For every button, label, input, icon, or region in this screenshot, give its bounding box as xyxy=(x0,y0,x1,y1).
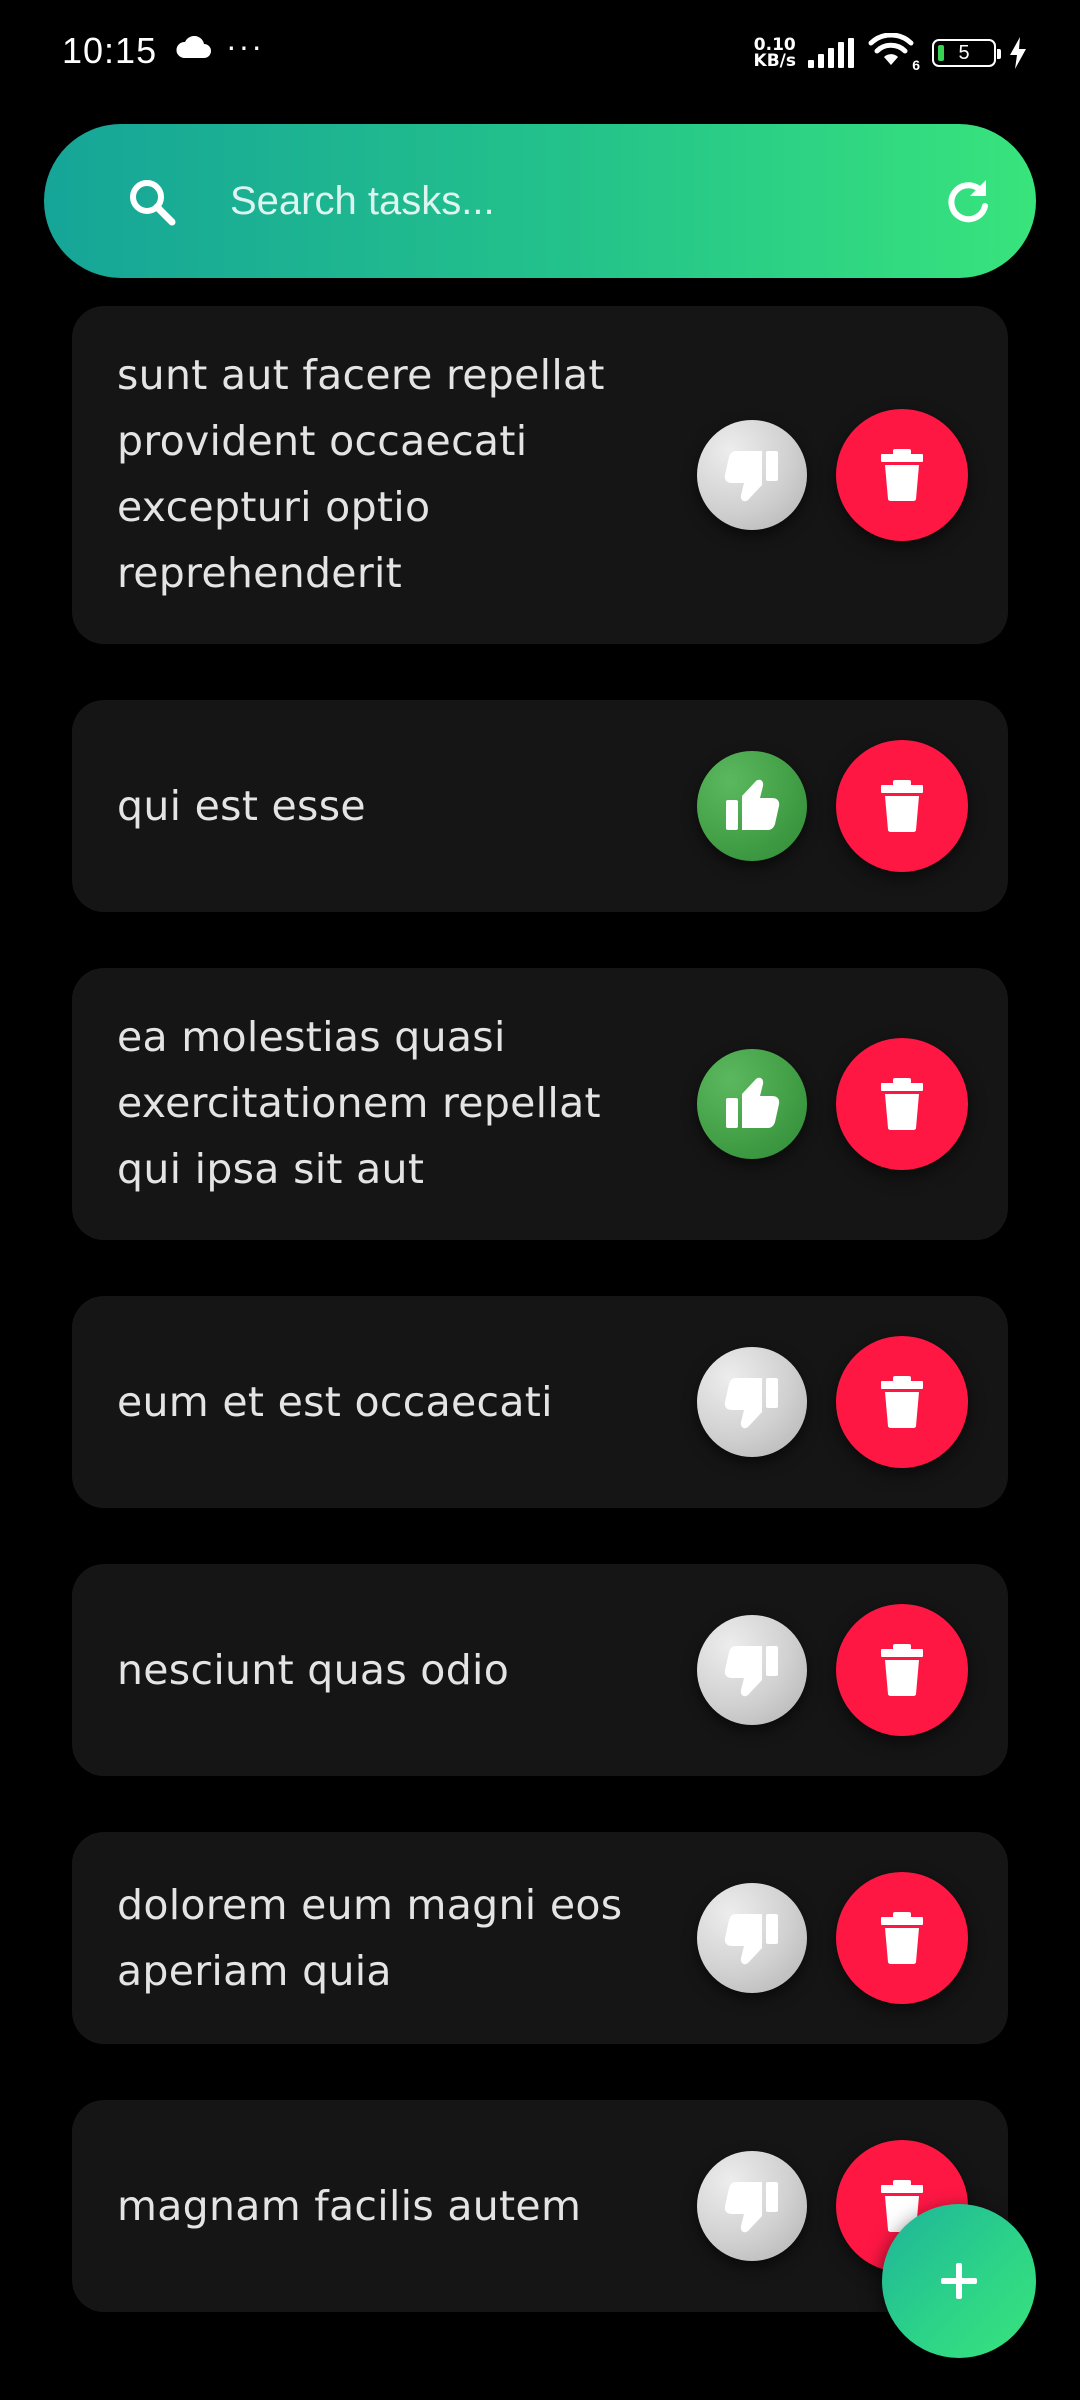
thumbs-up-icon xyxy=(726,1077,780,1128)
like-button[interactable] xyxy=(697,1049,807,1159)
dislike-button[interactable] xyxy=(697,1615,807,1725)
task-title: sunt aut facere repellat provident occae… xyxy=(117,351,605,597)
network-speed: 0.10 KB/s xyxy=(753,37,796,71)
task-card[interactable]: qui est esse xyxy=(72,700,1008,912)
task-card[interactable]: ea molestias quasi exercitationem repell… xyxy=(72,968,1008,1240)
battery-icon: 5 xyxy=(932,39,1001,67)
task-title: eum et est occaecati xyxy=(117,1378,553,1426)
dislike-button[interactable] xyxy=(697,2151,807,2261)
search-input[interactable] xyxy=(230,166,950,236)
dislike-button[interactable] xyxy=(697,1347,807,1457)
dislike-button[interactable] xyxy=(697,1883,807,1993)
task-card[interactable]: dolorem eum magni eos aperiam quia xyxy=(72,1832,1008,2044)
trash-icon xyxy=(881,449,923,501)
thumbs-down-icon xyxy=(724,1914,778,1965)
task-card[interactable]: magnam facilis autem xyxy=(72,2100,1008,2312)
trash-icon xyxy=(881,1644,923,1696)
thumbs-up-icon xyxy=(726,779,780,830)
delete-button[interactable] xyxy=(836,1604,968,1736)
network-speed-unit: KB/s xyxy=(753,51,796,71)
plus-icon xyxy=(941,2263,977,2299)
delete-button[interactable] xyxy=(836,1872,968,2004)
thumbs-down-icon xyxy=(724,451,778,502)
more-indicator: ··· xyxy=(226,28,264,64)
thumbs-down-icon xyxy=(724,1646,778,1697)
trash-icon xyxy=(881,1376,923,1428)
delete-button[interactable] xyxy=(836,1038,968,1170)
task-card[interactable]: sunt aut facere repellat provident occae… xyxy=(72,306,1008,644)
delete-button[interactable] xyxy=(836,409,968,541)
trash-icon xyxy=(881,780,923,832)
like-button[interactable] xyxy=(697,751,807,861)
search-bar[interactable] xyxy=(44,124,1036,278)
thumbs-down-icon xyxy=(724,1378,778,1429)
status-right-group: 0.10 KB/s 6 5 xyxy=(754,30,1028,76)
task-title: ea molestias quasi exercitationem repell… xyxy=(117,1013,601,1193)
trash-icon xyxy=(881,1912,923,1964)
trash-icon xyxy=(881,1078,923,1130)
task-title: nesciunt quas odio xyxy=(117,1646,510,1694)
task-card[interactable]: eum et est occaecati xyxy=(72,1296,1008,1508)
task-title: qui est esse xyxy=(117,782,366,830)
delete-button[interactable] xyxy=(836,1336,968,1468)
task-card[interactable]: nesciunt quas odio xyxy=(72,1564,1008,1776)
add-task-button[interactable] xyxy=(882,2204,1036,2358)
thumbs-down-icon xyxy=(724,2182,778,2233)
dislike-button[interactable] xyxy=(697,420,807,530)
status-time: 10:15 xyxy=(62,30,158,71)
signal-icon xyxy=(808,38,854,68)
task-title: magnam facilis autem xyxy=(117,2182,582,2230)
wifi-badge: 6 xyxy=(912,57,920,73)
status-bar: 10:15 ··· 0.10 KB/s 6 5 xyxy=(0,0,1080,104)
search-icon xyxy=(130,180,176,226)
refresh-icon[interactable] xyxy=(942,176,994,228)
task-title: dolorem eum magni eos aperiam quia xyxy=(117,1881,623,1995)
cloud-icon xyxy=(176,36,211,58)
battery-level: 5 xyxy=(958,41,970,64)
delete-button[interactable] xyxy=(836,740,968,872)
wifi-icon: 6 xyxy=(868,32,920,73)
charging-icon xyxy=(1010,37,1026,69)
